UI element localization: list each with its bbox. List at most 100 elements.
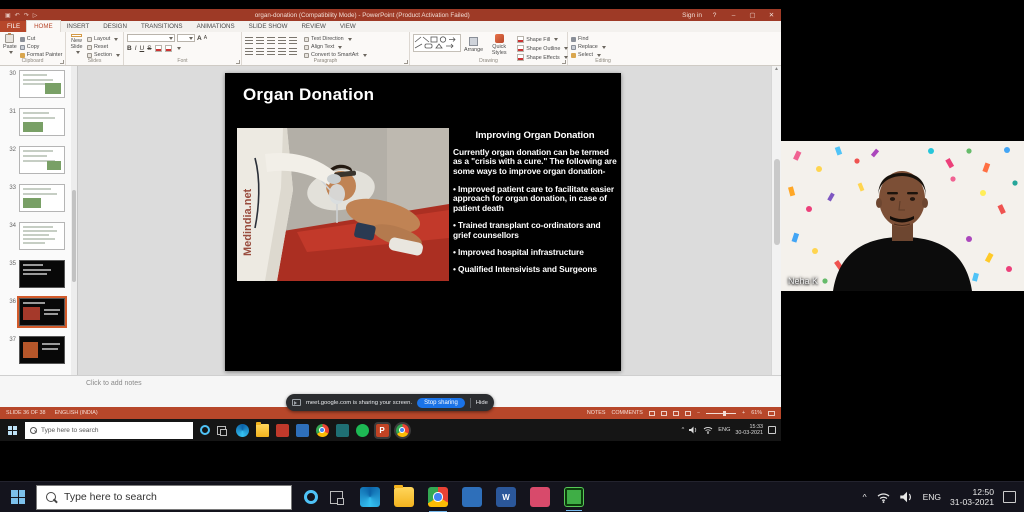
cortana-icon[interactable] bbox=[304, 490, 318, 504]
action-center-icon[interactable] bbox=[1003, 491, 1016, 503]
italic-button[interactable]: I bbox=[135, 45, 137, 52]
slide-sorter-view-button[interactable] bbox=[660, 410, 667, 416]
slide-thumbnail-31[interactable]: 31 bbox=[0, 107, 77, 145]
tab-design[interactable]: DESIGN bbox=[96, 21, 134, 32]
shape-outline-button[interactable]: Shape Outline bbox=[517, 45, 569, 52]
cortana-icon[interactable] bbox=[200, 425, 210, 435]
word-icon[interactable]: W bbox=[496, 487, 516, 507]
tab-transitions[interactable]: TRANSITIONS bbox=[134, 21, 190, 32]
notes-toggle[interactable]: NOTES bbox=[587, 410, 606, 416]
zoom-level[interactable]: 61% bbox=[751, 410, 762, 416]
zoom-in-icon[interactable]: + bbox=[742, 410, 745, 416]
app-icon-blue[interactable] bbox=[295, 423, 309, 437]
start-button[interactable] bbox=[8, 425, 17, 435]
tab-file[interactable]: FILE bbox=[0, 21, 28, 32]
replace-button[interactable]: Replace bbox=[571, 44, 606, 50]
clipboard-dialog-launcher[interactable] bbox=[60, 60, 64, 64]
grow-font-button[interactable]: A bbox=[197, 35, 202, 42]
thumbnail-scrollbar[interactable] bbox=[71, 66, 77, 375]
network-icon[interactable] bbox=[703, 426, 713, 434]
tray-chevron-icon[interactable]: ^ bbox=[682, 427, 685, 433]
volume-icon[interactable] bbox=[899, 491, 914, 503]
language-indicator[interactable]: ENGLISH (INDIA) bbox=[55, 410, 98, 416]
search-input-local[interactable]: Type here to search bbox=[36, 484, 292, 510]
reset-button[interactable]: Reset bbox=[87, 44, 120, 50]
comments-toggle[interactable]: COMMENTS bbox=[611, 410, 642, 416]
align-right-button[interactable] bbox=[267, 47, 275, 55]
slide-thumbnail-36-selected[interactable]: 36 bbox=[0, 296, 77, 335]
maximize-icon[interactable]: ▢ bbox=[746, 11, 759, 19]
undo-icon[interactable]: ↶ bbox=[15, 12, 20, 19]
copy-button[interactable]: Copy bbox=[19, 44, 63, 50]
close-icon[interactable]: ✕ bbox=[765, 11, 778, 19]
save-icon[interactable]: ▣ bbox=[5, 12, 11, 19]
slide-thumbnail-30[interactable]: 30 bbox=[0, 69, 77, 107]
align-text-button[interactable]: Align Text bbox=[304, 44, 367, 50]
quick-styles-button[interactable]: Quick Styles bbox=[486, 34, 512, 56]
webcam-video[interactable]: Neha K bbox=[781, 141, 1024, 291]
shapes-gallery[interactable] bbox=[413, 34, 461, 52]
tab-insert[interactable]: INSERT bbox=[60, 21, 97, 32]
font-name-dropdown[interactable] bbox=[127, 34, 175, 42]
start-slideshow-icon[interactable]: ▷ bbox=[33, 12, 38, 19]
chrome-icon[interactable] bbox=[428, 487, 448, 512]
line-spacing-button[interactable] bbox=[289, 36, 297, 44]
cut-button[interactable]: Cut bbox=[19, 36, 63, 42]
strikethrough-button[interactable]: S bbox=[147, 45, 151, 52]
slide-thumbnail-35[interactable]: 35 bbox=[0, 259, 77, 297]
volume-icon[interactable] bbox=[689, 426, 698, 434]
file-explorer-icon[interactable] bbox=[394, 485, 414, 507]
sign-in-link[interactable]: Sign in bbox=[682, 12, 702, 19]
slide-thumbnail-33[interactable]: 33 bbox=[0, 183, 77, 221]
action-center-icon[interactable] bbox=[768, 426, 776, 434]
shape-fill-button[interactable]: Shape Fill bbox=[517, 36, 568, 43]
font-color-button[interactable] bbox=[164, 44, 172, 52]
slide-canvas[interactable]: Organ Donation Medindia.net Improving Or… bbox=[225, 73, 621, 371]
layout-button[interactable]: Layout bbox=[87, 36, 120, 42]
app-icon-red[interactable] bbox=[275, 423, 289, 437]
align-left-button[interactable] bbox=[245, 47, 253, 55]
zoom-out-icon[interactable]: − bbox=[697, 410, 700, 416]
shrink-font-button[interactable]: A bbox=[204, 35, 207, 41]
scroll-up-icon[interactable]: ▲ bbox=[774, 66, 779, 72]
drawing-dialog-launcher[interactable] bbox=[562, 60, 566, 64]
chrome-active-icon[interactable] bbox=[395, 423, 409, 437]
align-center-button[interactable] bbox=[256, 47, 264, 55]
underline-button[interactable]: U bbox=[140, 45, 145, 52]
start-button-local[interactable] bbox=[11, 490, 25, 504]
new-slide-button[interactable]: New Slide bbox=[69, 34, 84, 56]
justify-button[interactable] bbox=[278, 47, 286, 55]
edge-icon[interactable] bbox=[360, 487, 380, 507]
fit-to-window-button[interactable] bbox=[768, 410, 775, 416]
edge-icon[interactable] bbox=[235, 423, 249, 437]
clock[interactable]: 15:33 30-03-2021 bbox=[735, 424, 763, 436]
font-size-dropdown[interactable] bbox=[177, 34, 195, 42]
language-tray[interactable]: ENG bbox=[923, 492, 941, 502]
file-explorer-icon[interactable] bbox=[255, 421, 269, 437]
find-button[interactable]: Find bbox=[571, 36, 606, 42]
powerpoint-icon[interactable]: P bbox=[375, 423, 389, 437]
tab-view[interactable]: VIEW bbox=[333, 21, 363, 32]
app-icon-teal[interactable] bbox=[335, 423, 349, 437]
reading-view-button[interactable] bbox=[672, 410, 679, 416]
tab-home[interactable]: HOME bbox=[27, 21, 60, 32]
slideshow-view-button[interactable] bbox=[684, 410, 691, 416]
bullets-button[interactable] bbox=[245, 36, 253, 44]
tab-animations[interactable]: ANIMATIONS bbox=[190, 21, 242, 32]
font-dialog-launcher[interactable] bbox=[236, 60, 240, 64]
paragraph-dialog-launcher[interactable] bbox=[404, 60, 408, 64]
paste-button[interactable]: Paste bbox=[3, 33, 17, 56]
hide-button[interactable]: Hide bbox=[476, 400, 488, 406]
redo-icon[interactable]: ↷ bbox=[24, 12, 29, 19]
text-direction-button[interactable]: Text Direction bbox=[304, 36, 367, 42]
spotify-icon[interactable] bbox=[355, 423, 369, 437]
slide-thumbnail-34[interactable]: 34 bbox=[0, 221, 77, 259]
app-icon-blue[interactable] bbox=[462, 487, 482, 507]
minimize-icon[interactable]: – bbox=[727, 12, 740, 19]
task-view-icon[interactable] bbox=[330, 490, 344, 505]
search-input[interactable]: Type here to search bbox=[25, 421, 193, 439]
tray-chevron-icon[interactable]: ^ bbox=[863, 492, 867, 502]
normal-view-button[interactable] bbox=[648, 410, 655, 416]
numbering-button[interactable] bbox=[256, 36, 264, 44]
stop-sharing-button[interactable]: Stop sharing bbox=[417, 397, 465, 408]
